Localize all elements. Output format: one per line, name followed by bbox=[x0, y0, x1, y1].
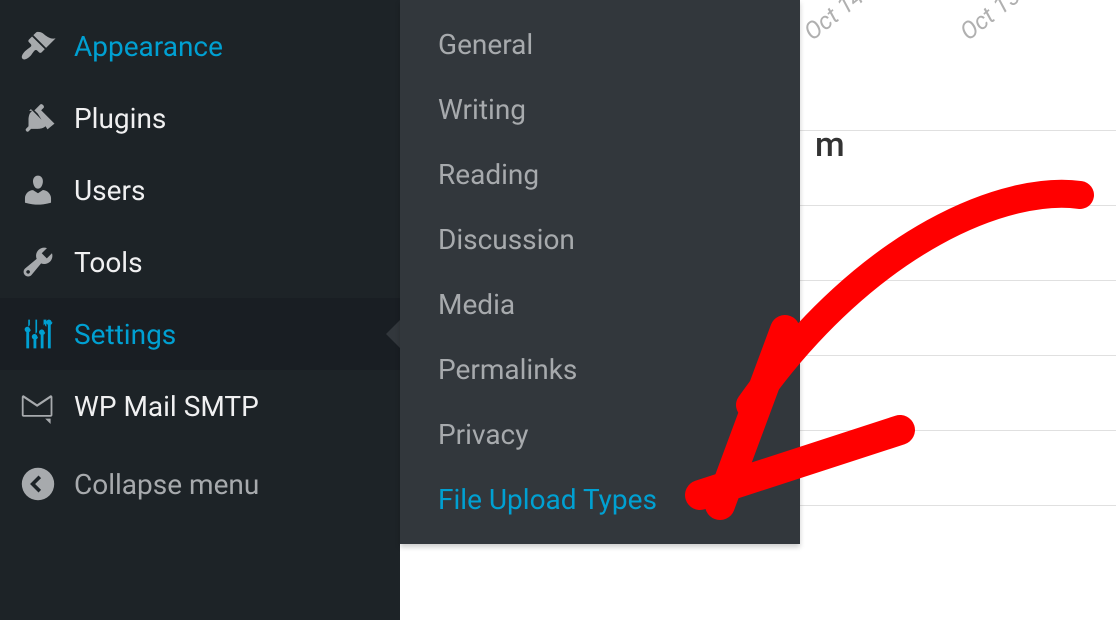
submenu-item-permalinks[interactable]: Permalinks bbox=[400, 337, 800, 402]
sidebar-item-users[interactable]: Users bbox=[0, 154, 400, 226]
sidebar-item-label: Users bbox=[74, 174, 145, 207]
submenu-item-general[interactable]: General bbox=[400, 12, 800, 77]
date-label: Oct 15 bbox=[955, 0, 1026, 46]
collapse-menu[interactable]: Collapse menu bbox=[0, 448, 400, 520]
submenu-item-reading[interactable]: Reading bbox=[400, 142, 800, 207]
admin-sidebar: Appearance Plugins Users Tools Settings … bbox=[0, 0, 400, 620]
sidebar-item-label: Tools bbox=[74, 246, 143, 279]
sidebar-item-label: Plugins bbox=[74, 102, 166, 135]
sidebar-item-settings[interactable]: Settings bbox=[0, 298, 400, 370]
sidebar-item-label: Appearance bbox=[74, 30, 223, 63]
sidebar-item-label: WP Mail SMTP bbox=[74, 390, 259, 423]
brush-icon bbox=[20, 28, 56, 64]
sliders-icon bbox=[20, 316, 56, 352]
sidebar-item-wp-mail-smtp[interactable]: WP Mail SMTP bbox=[0, 370, 400, 442]
date-label: Oct 14 bbox=[799, 0, 870, 46]
sidebar-item-plugins[interactable]: Plugins bbox=[0, 82, 400, 154]
plug-icon bbox=[20, 100, 56, 136]
collapse-icon bbox=[20, 466, 56, 502]
wrench-icon bbox=[20, 244, 56, 280]
submenu-item-file-upload-types[interactable]: File Upload Types bbox=[400, 467, 800, 532]
sidebar-item-appearance[interactable]: Appearance bbox=[0, 0, 400, 82]
sidebar-item-label: Settings bbox=[74, 318, 176, 351]
submenu-item-discussion[interactable]: Discussion bbox=[400, 207, 800, 272]
user-icon bbox=[20, 172, 56, 208]
sidebar-item-tools[interactable]: Tools bbox=[0, 226, 400, 298]
settings-submenu: General Writing Reading Discussion Media… bbox=[400, 0, 800, 544]
submenu-item-privacy[interactable]: Privacy bbox=[400, 402, 800, 467]
collapse-label: Collapse menu bbox=[74, 468, 259, 501]
submenu-item-writing[interactable]: Writing bbox=[400, 77, 800, 142]
mail-icon bbox=[20, 388, 56, 424]
submenu-item-media[interactable]: Media bbox=[400, 272, 800, 337]
